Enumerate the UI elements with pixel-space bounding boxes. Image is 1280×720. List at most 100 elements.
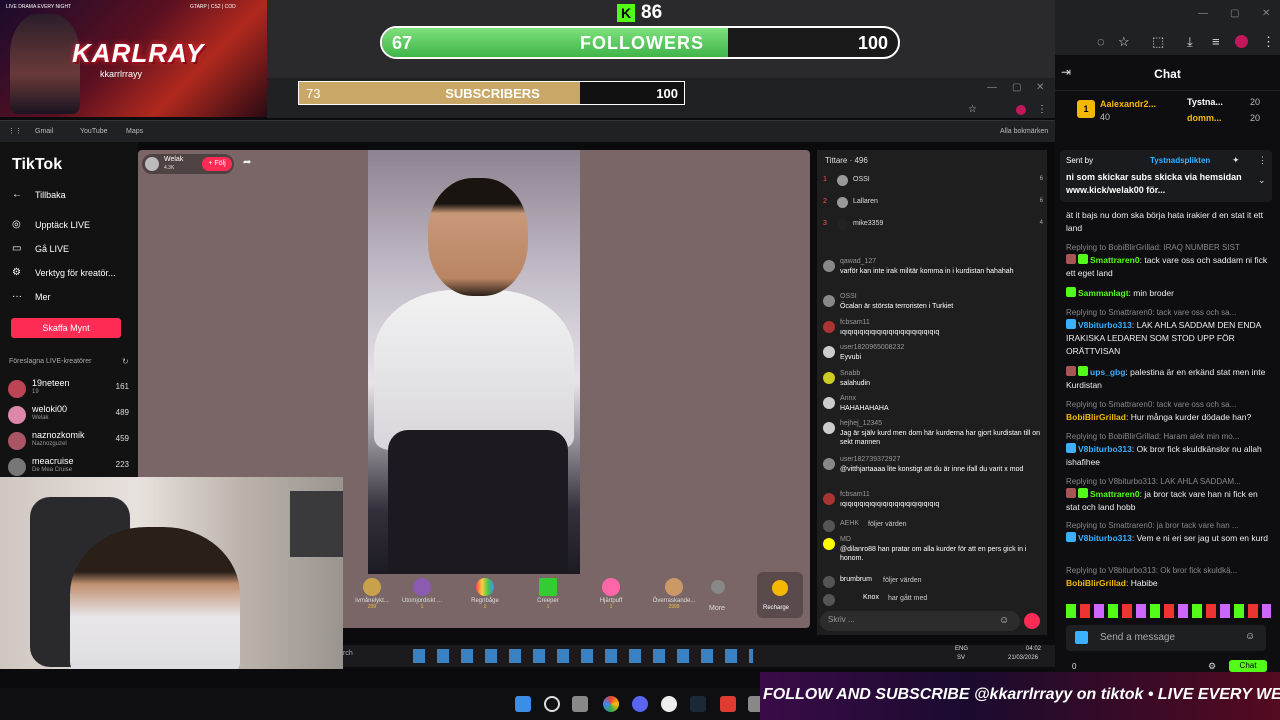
bookmark-star-icon[interactable]: ☆ <box>1118 34 1130 50</box>
nav-discover-live[interactable]: Upptäck LIVE <box>35 220 90 230</box>
nav-creator-tools[interactable]: Verktyg för kreatör... <box>35 268 116 278</box>
share-icon[interactable]: ➦ <box>243 157 251 168</box>
reply-context[interactable]: Replying to V8biturbo313: LAK AHLA SADDA… <box>1066 475 1271 488</box>
viewer-row[interactable]: 1 OSSI 6 <box>823 173 1043 191</box>
gift-item[interactable]: Utomjordiskt ... 1 <box>393 572 451 610</box>
message-user[interactable]: V8biturbo313 <box>1078 444 1132 454</box>
reply-context[interactable]: Replying to V8biturbo313: Ok bror fick s… <box>1066 564 1271 577</box>
nav-more[interactable]: Mer <box>35 292 51 302</box>
message-user[interactable]: Smattraren0 <box>1090 255 1140 265</box>
tiktok-chat-input[interactable]: Skriv ... <box>820 611 1020 631</box>
bookmark-maps[interactable]: Maps <box>126 128 143 135</box>
gift-item[interactable]: Hjärtpuff 1 <box>582 572 640 610</box>
nav-back[interactable]: Tillbaka <box>35 190 66 200</box>
extensions-icon[interactable]: ⬚ <box>1152 34 1164 50</box>
creator-item[interactable]: 19neteen 19 161 <box>8 378 133 404</box>
pinned-message[interactable]: Sent by Tystnadsplikten ✦ ⋮ ni som skick… <box>1060 150 1272 202</box>
nav-go-live[interactable]: Gå LIVE <box>35 244 69 254</box>
all-bookmarks[interactable]: Alla bokmärken <box>1000 128 1048 135</box>
reply-context[interactable]: Replying to Smattraren0: tack vare oss o… <box>1066 306 1271 319</box>
windows-start-icon[interactable] <box>515 696 531 712</box>
creator-item[interactable]: weloki00 Welak 489 <box>8 404 133 430</box>
message-user[interactable]: ups_gbg <box>1090 367 1125 377</box>
emoji-icon[interactable]: ☺ <box>999 615 1009 626</box>
browser-maximize-icon[interactable]: ▢ <box>1230 8 1239 19</box>
taskbar-app-icons[interactable] <box>413 649 753 663</box>
message-user[interactable]: Smattraren0 <box>1090 489 1140 499</box>
steam-icon[interactable] <box>690 696 706 712</box>
message-user[interactable]: OSSI <box>840 293 857 300</box>
kick-chat-input[interactable]: Send a message <box>1066 625 1266 651</box>
message-user[interactable]: BobiBlirGrillad <box>1066 412 1126 422</box>
like-heart-icon[interactable] <box>1024 613 1040 629</box>
chrome-icon[interactable] <box>603 696 619 712</box>
message-user[interactable]: AEHK <box>840 520 859 527</box>
browser-profile-avatar[interactable] <box>1235 35 1248 48</box>
leader-name[interactable]: Tystna... <box>1187 97 1223 107</box>
taskbar-time[interactable]: 04:02 <box>1026 646 1041 652</box>
close-icon[interactable]: ✕ <box>1036 82 1044 93</box>
live-video[interactable] <box>368 150 580 574</box>
taskbar-date[interactable]: 21/03/2026 <box>1008 655 1038 661</box>
search-icon[interactable] <box>544 696 560 712</box>
star-icon[interactable]: ☆ <box>968 104 977 115</box>
viewer-row[interactable]: 2 Lallaren 6 <box>823 195 1043 213</box>
discord-icon[interactable] <box>632 696 648 712</box>
leader-name[interactable]: Aalexandr2... <box>1100 99 1156 109</box>
bookmark-gmail[interactable]: Gmail <box>35 128 53 135</box>
app-icon[interactable] <box>720 696 736 712</box>
message-user[interactable]: MD <box>840 536 851 543</box>
gift-item[interactable]: Överraskande... 2999 <box>645 572 703 610</box>
message-user[interactable]: BobiBlirGrillad <box>1066 578 1126 588</box>
gift-item[interactable]: Creeper 1 <box>519 572 577 610</box>
message-user[interactable]: fcbsam11 <box>840 491 870 498</box>
recharge-button[interactable]: Recharge <box>757 572 803 618</box>
chevron-down-icon[interactable]: ⌄ <box>1258 175 1266 186</box>
message-user[interactable]: brumbrum <box>840 576 872 583</box>
emote-row[interactable] <box>1066 604 1271 618</box>
profile-avatar[interactable] <box>1016 105 1026 115</box>
chat-identity-icon[interactable] <box>1075 631 1088 644</box>
message-user[interactable]: Knox <box>863 594 879 601</box>
message-user[interactable]: Snabb <box>840 370 860 377</box>
menu-dots-icon[interactable]: ⋮ <box>1037 104 1047 115</box>
bookmark-youtube[interactable]: YouTube <box>80 128 108 135</box>
get-coins-button[interactable]: Skaffa Mynt <box>11 318 121 338</box>
pin-icon[interactable]: ✦ <box>1232 155 1240 166</box>
maximize-icon[interactable]: ▢ <box>1012 82 1021 93</box>
pinned-menu-icon[interactable]: ⋮ <box>1258 155 1267 166</box>
task-view-icon[interactable] <box>572 696 588 712</box>
gift-item[interactable]: Regnbåge 1 <box>456 572 514 610</box>
refresh-icon[interactable]: ↻ <box>122 357 129 366</box>
taskbar-lang[interactable]: ENG <box>955 646 968 652</box>
message-user[interactable]: Annx <box>840 395 856 402</box>
message-user[interactable]: V8biturbo313 <box>1078 533 1132 543</box>
reply-context[interactable]: Replying to Smattraren0: tack vare oss o… <box>1066 398 1271 411</box>
viewer-row[interactable]: 3 mike3359 4 <box>823 217 1043 235</box>
reply-context[interactable]: Replying to BobiBlirGrillad: IRAQ NUMBER… <box>1066 241 1271 254</box>
download-icon[interactable]: ⤓ <box>1187 34 1193 50</box>
reply-context[interactable]: Replying to Smattraren0: ja bror tack va… <box>1066 519 1271 532</box>
more-gifts-button[interactable]: More <box>709 605 725 612</box>
message-user[interactable]: user182739372927 <box>840 456 900 463</box>
tiktok-logo[interactable]: TikTok <box>12 156 62 174</box>
message-user[interactable]: qawad_127 <box>840 258 876 265</box>
settings-gear-icon[interactable]: ⚙ <box>1208 661 1216 672</box>
taskbar-search[interactable]: rch <box>343 650 353 657</box>
taskbar-region[interactable]: SV <box>957 655 965 661</box>
emoji-picker-icon[interactable]: ☺ <box>1245 631 1255 642</box>
message-user[interactable]: fcbsam11 <box>840 319 870 326</box>
leader-name[interactable]: domm... <box>1187 113 1222 123</box>
browser-menu-icon[interactable]: ⋮ <box>1262 34 1275 50</box>
obs-icon[interactable] <box>661 696 677 712</box>
creator-item[interactable]: naznozkomik Naznozguzel 459 <box>8 430 133 456</box>
follow-button[interactable]: + Följ <box>202 157 232 171</box>
message-user[interactable]: hejhej_12345 <box>840 420 882 427</box>
browser-minimize-icon[interactable]: — <box>1198 8 1208 19</box>
apps-icon[interactable]: ⋮⋮ <box>8 127 22 135</box>
browser-close-icon[interactable]: ✕ <box>1262 8 1270 19</box>
media-icon[interactable]: ≡ <box>1212 34 1220 49</box>
message-user[interactable]: user1820965008232 <box>840 344 904 351</box>
send-chat-button[interactable]: Chat <box>1229 660 1267 672</box>
message-user[interactable]: V8biturbo313 <box>1078 320 1132 330</box>
